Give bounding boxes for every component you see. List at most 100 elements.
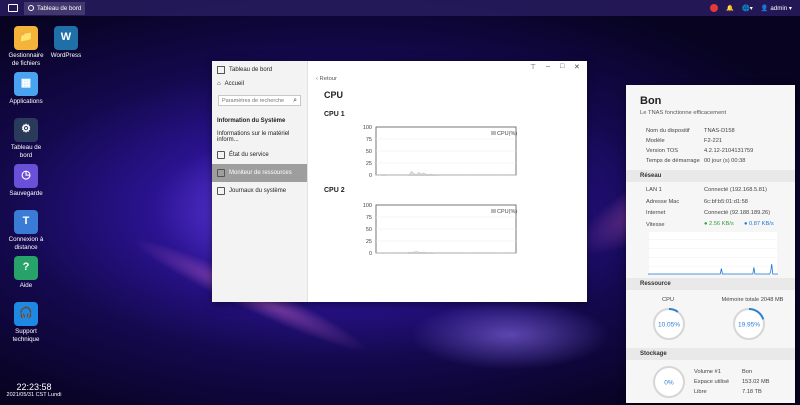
desktop-icon[interactable]: ◷ Sauvegarde — [6, 164, 46, 198]
cpu2-chart: 100 75 50 25 0 CPU(%) — [363, 203, 518, 257]
y-tick-label: 25 — [366, 161, 372, 167]
info-key: Modèle — [646, 138, 665, 144]
info-value: TNAS-D158 — [704, 128, 735, 134]
taskbar: Tableau de bord 🔔 🌐▾ 👤 admin ▾ — [0, 0, 800, 16]
dashboard-window: Tableau de bord ⌂ Accueil ⌕ Information … — [212, 61, 587, 302]
app-icon: 🎧 — [14, 302, 38, 326]
info-key: Temps de démarrage — [646, 158, 700, 164]
storage-section-title: Stockage — [626, 348, 795, 360]
cpu2-title: CPU 2 — [324, 187, 345, 194]
info-key: Espace utilisé — [694, 379, 730, 385]
back-button[interactable]: ‹ Retour — [316, 76, 337, 82]
sidebar-item-label: Informations sur le matériel inform... — [217, 131, 290, 143]
memory-gauge-label: Mémoire totale 2048 MB — [721, 297, 784, 303]
app-icon: ◷ — [14, 164, 38, 188]
back-label: Retour — [319, 76, 337, 82]
info-key: LAN 1 — [646, 187, 662, 193]
pin-icon[interactable]: ⊤ — [530, 63, 536, 71]
cpu-gauge: 10.05% — [653, 308, 685, 340]
sidebar-item-home[interactable]: ⌂ Accueil — [212, 77, 307, 91]
app-icon: ▦ — [14, 72, 38, 96]
desktop-icon[interactable]: T Connexion à distance — [6, 210, 46, 251]
download-speed: ● 0.87 KB/s — [744, 221, 774, 227]
y-tick-label: 75 — [366, 137, 372, 143]
maximize-icon[interactable]: □ — [560, 63, 564, 70]
app-icon: 📁 — [14, 26, 38, 50]
minimize-icon[interactable]: – — [546, 63, 550, 70]
app-icon: T — [14, 210, 38, 234]
desktop-icon[interactable]: ? Aide — [6, 256, 46, 290]
y-tick-label: 0 — [369, 251, 372, 257]
upload-speed-value: 2.56 KB/s — [709, 221, 734, 227]
sidebar: Tableau de bord ⌂ Accueil ⌕ Information … — [212, 61, 308, 302]
resource-section-title: Ressource — [626, 278, 795, 290]
user-menu[interactable]: 👤 admin ▾ — [761, 4, 792, 12]
info-key: Volume #1 — [694, 369, 721, 375]
sidebar-item[interactable]: Journaux du système — [212, 182, 307, 200]
info-value: Connecté (92.188.189.26) — [704, 210, 771, 216]
y-tick-label: 100 — [363, 203, 372, 209]
clock-time: 22:23:58 — [16, 382, 52, 392]
username: admin — [770, 5, 788, 12]
desktop-icon-label: Aide — [19, 282, 33, 289]
cpu1-chart: 100 75 50 25 0 CPU(%) — [363, 125, 518, 179]
info-value: 7.18 TB — [742, 389, 762, 395]
clock-date: 2021/05/31 CST Lundi — [6, 392, 62, 398]
sidebar-item[interactable]: État du service — [212, 146, 307, 164]
y-tick-label: 50 — [366, 149, 372, 155]
dashboard-icon — [28, 5, 34, 11]
search-icon[interactable]: ⌕ — [293, 97, 297, 105]
background-light-streak — [410, 300, 610, 370]
main-content: ⊤ – □ ✕ ‹ Retour CPU CPU 1 100 75 50 25 0 CPU… — [308, 61, 587, 302]
desktop-clock: 22:23:58 2021/05/31 CST Lundi — [6, 382, 62, 398]
sidebar-item[interactable]: Informations sur le matériel inform... — [212, 128, 307, 146]
memory-gauge: 19.95% — [733, 308, 765, 340]
desktop-icon[interactable]: 🎧 Support technique — [6, 302, 46, 343]
sidebar-item[interactable]: Moniteur de ressources — [212, 164, 307, 182]
sidebar-title: Tableau de bord — [229, 67, 273, 73]
legend-swatch — [491, 131, 496, 135]
info-key: Internet — [646, 210, 666, 216]
notification-badge-icon[interactable] — [710, 4, 719, 12]
y-tick-label: 75 — [366, 215, 372, 221]
home-icon: ⌂ — [217, 81, 221, 87]
sidebar-header: Tableau de bord — [212, 63, 307, 77]
close-icon[interactable]: ✕ — [574, 63, 580, 71]
desktop-icon[interactable]: ▦ Applications — [6, 72, 46, 106]
menu-item-icon — [217, 151, 225, 159]
info-key: Version TOS — [646, 148, 679, 154]
info-value: 4.2.12-2104131759 — [704, 148, 754, 154]
desktop-icon-label: Support technique — [12, 328, 40, 343]
sidebar-item-label: Journaux du système — [229, 188, 287, 194]
info-key: Vitesse — [646, 221, 665, 228]
search-input[interactable] — [222, 97, 292, 104]
desktop-icon-label: Connexion à distance — [8, 236, 44, 251]
desktop-icon[interactable]: W WordPress — [46, 26, 86, 60]
info-value: 153.02 MB — [742, 379, 770, 385]
desktop-toggle-icon[interactable] — [8, 4, 18, 12]
y-tick-label: 0 — [369, 173, 372, 179]
sidebar-item-label: Moniteur de ressources — [229, 170, 292, 176]
status-panel: Bon Le TNAS fonctionne efficacement Nom … — [626, 85, 795, 403]
globe-icon[interactable]: 🌐▾ — [742, 4, 753, 12]
bell-icon[interactable]: 🔔 — [726, 4, 734, 12]
info-key: Libre — [694, 389, 707, 395]
legend-swatch — [491, 209, 496, 213]
search-box[interactable]: ⌕ — [218, 95, 301, 106]
desktop-icon[interactable]: 📁 Gestionnaire de fichiers — [6, 26, 46, 67]
cpu-gauge-label: CPU — [661, 297, 674, 303]
sidebar-section-label: Information du Système — [217, 118, 286, 124]
y-tick-label: 25 — [366, 239, 372, 245]
info-value: F2-221 — [704, 138, 723, 144]
network-section-title: Réseau — [626, 170, 795, 182]
taskbar-app-tab[interactable]: Tableau de bord — [24, 1, 86, 15]
desktop-icon-label: Gestionnaire de fichiers — [8, 52, 44, 67]
cpu1-title: CPU 1 — [324, 111, 345, 118]
download-speed-value: 0.87 KB/s — [749, 221, 774, 227]
info-value: Bon — [742, 369, 753, 375]
status-title: Bon — [640, 95, 662, 107]
desktop-icon[interactable]: ⚙ Tableau de bord — [6, 118, 46, 159]
desktop-icon-label: Sauvegarde — [9, 190, 43, 197]
gauge-value: 0% — [664, 380, 674, 387]
menu-item-icon — [217, 187, 225, 195]
